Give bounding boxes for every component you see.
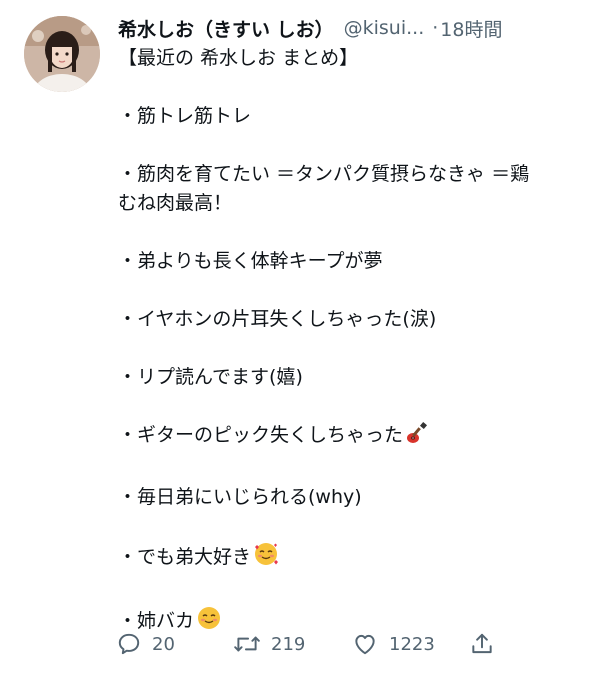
tweet-line: ・ギターのピック失くしちゃった: [118, 421, 588, 454]
retweet-icon: [233, 631, 261, 657]
tweet-line: 【最近の 希水しお まとめ】: [118, 47, 359, 69]
user-handle[interactable]: @kisui...: [344, 17, 425, 39]
reply-button[interactable]: 20: [116, 631, 233, 657]
tweet-line: むね肉最高！: [118, 192, 233, 214]
tweet-line: ・リプ読んでます(嬉): [118, 366, 303, 388]
avatar-image: [24, 16, 100, 92]
tweet-line: ・筋トレ筋トレ: [118, 105, 252, 127]
tweet-line-text: ・でも弟大好き: [118, 546, 252, 568]
tweet-line: ・弟よりも長く体幹キープが夢: [118, 250, 383, 272]
like-count: 1223: [389, 633, 435, 655]
tweet-line: ・筋肉を育てたい ＝タンパク質摂らなきゃ ＝鶏: [118, 163, 530, 185]
tweet: 希水しお（きすい しお） @kisui... · 18時間 【最近の 希水しお …: [0, 0, 600, 688]
retweet-count: 219: [271, 633, 306, 655]
like-button[interactable]: 1223: [351, 631, 469, 657]
guitar-emoji: [405, 421, 429, 454]
tweet-line: ・イヤホンの片耳失くしちゃった(涙): [118, 308, 437, 330]
heart-icon: [351, 631, 379, 657]
share-button[interactable]: [469, 631, 499, 657]
tweet-line: ・毎日弟にいじられる(why): [118, 486, 362, 508]
smiling-face-with-hearts-emoji: [253, 541, 279, 576]
tweet-line-text: ・ギターのピック失くしちゃった: [118, 424, 404, 446]
header-separator: ·: [432, 17, 439, 39]
tweet-actions: 20 219 1223: [116, 624, 506, 664]
avatar[interactable]: [24, 16, 100, 92]
tweet-timestamp[interactable]: 18時間: [440, 15, 502, 42]
display-name[interactable]: 希水しお（きすい しお）: [118, 15, 334, 42]
tweet-line: ・でも弟大好き: [118, 541, 588, 576]
reply-count: 20: [152, 633, 175, 655]
reply-icon: [116, 631, 142, 657]
retweet-button[interactable]: 219: [233, 631, 351, 657]
tweet-header: 希水しお（きすい しお） @kisui... · 18時間: [118, 12, 588, 44]
share-icon: [469, 631, 495, 657]
tweet-text: 【最近の 希水しお まとめ】 ・筋トレ筋トレ ・筋肉を育てたい ＝タンパク質摂ら…: [118, 44, 588, 640]
